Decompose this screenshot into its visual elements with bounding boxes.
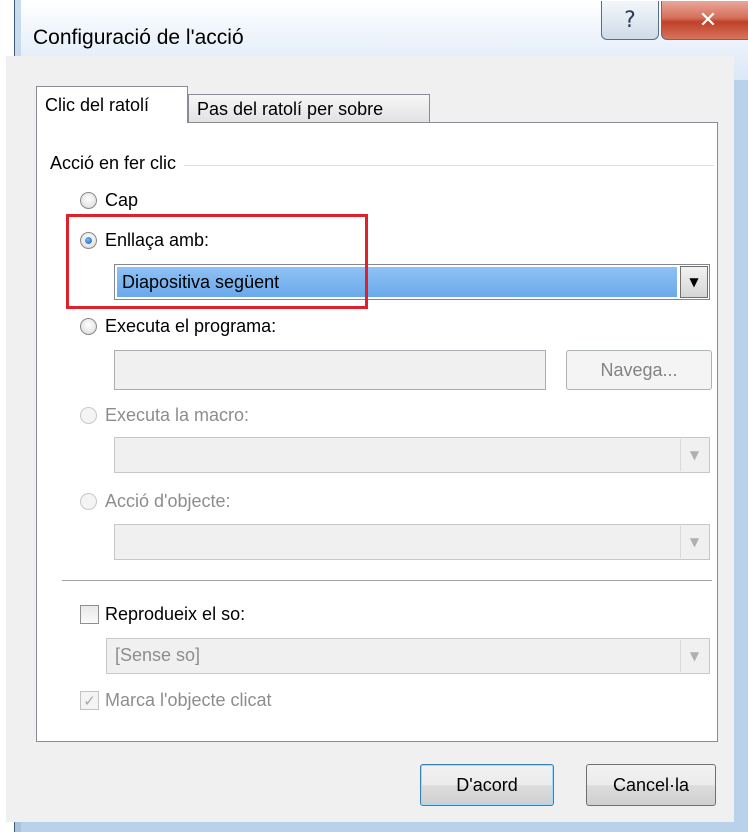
cancel-button-label: Cancel·la bbox=[612, 774, 690, 795]
tab-mouse-click[interactable]: Clic del ratolí bbox=[36, 86, 188, 123]
browse-button-label: Navega... bbox=[600, 359, 678, 380]
play-sound-label: Reprodueix el so: bbox=[105, 604, 246, 624]
ok-button-label: D'acord bbox=[456, 774, 518, 795]
close-button[interactable]: ✕ bbox=[661, 1, 748, 40]
annotation-highlight-box bbox=[66, 214, 368, 309]
play-sound-checkbox-row[interactable]: Reprodueix el so: bbox=[80, 604, 245, 625]
radio-object-action-label: Acció d'objecte: bbox=[105, 491, 231, 511]
group-label: Acció en fer clic bbox=[50, 153, 185, 174]
radio-run-program[interactable]: Executa el programa: bbox=[80, 316, 276, 337]
highlight-click-checkbox-row[interactable]: ✓ Marca l'objecte clicat bbox=[80, 690, 272, 711]
radio-run-program-circle[interactable] bbox=[80, 318, 97, 335]
close-icon: ✕ bbox=[698, 7, 718, 33]
highlight-click-checkbox[interactable]: ✓ bbox=[80, 691, 99, 710]
highlight-click-label: Marca l'objecte clicat bbox=[105, 690, 272, 710]
chevron-down-icon[interactable]: ▼ bbox=[680, 640, 708, 672]
chevron-down-icon[interactable]: ▼ bbox=[680, 266, 708, 298]
radio-run-macro-circle[interactable] bbox=[80, 407, 97, 424]
play-sound-checkbox[interactable] bbox=[80, 605, 99, 624]
help-button[interactable]: ? bbox=[601, 1, 659, 40]
radio-run-macro[interactable]: Executa la macro: bbox=[80, 405, 249, 426]
radio-none-circle[interactable] bbox=[80, 192, 97, 209]
radio-object-action[interactable]: Acció d'objecte: bbox=[80, 491, 231, 512]
sound-select-value: [Sense so] bbox=[115, 645, 201, 665]
help-icon: ? bbox=[624, 7, 636, 33]
object-action-select[interactable]: ▼ bbox=[114, 524, 710, 560]
chevron-down-icon[interactable]: ▼ bbox=[680, 439, 708, 471]
radio-none[interactable]: Cap bbox=[80, 190, 138, 211]
tab-mouse-over[interactable]: Pas del ratolí per sobre bbox=[188, 94, 430, 123]
macro-select[interactable]: ▼ bbox=[114, 437, 710, 473]
program-path-input[interactable] bbox=[114, 350, 546, 390]
dialog-title: Configuració de l'acció bbox=[33, 26, 244, 49]
section-separator bbox=[62, 580, 712, 582]
ok-button[interactable]: D'acord bbox=[420, 764, 554, 806]
browse-button[interactable]: Navega... bbox=[566, 350, 712, 390]
chevron-down-icon[interactable]: ▼ bbox=[680, 526, 708, 558]
sound-select[interactable]: [Sense so] ▼ bbox=[106, 638, 710, 674]
cancel-button[interactable]: Cancel·la bbox=[586, 764, 716, 806]
radio-none-label: Cap bbox=[105, 190, 139, 210]
radio-run-macro-label: Executa la macro: bbox=[105, 405, 250, 425]
radio-object-action-circle[interactable] bbox=[80, 493, 97, 510]
radio-run-program-label: Executa el programa: bbox=[105, 316, 277, 336]
